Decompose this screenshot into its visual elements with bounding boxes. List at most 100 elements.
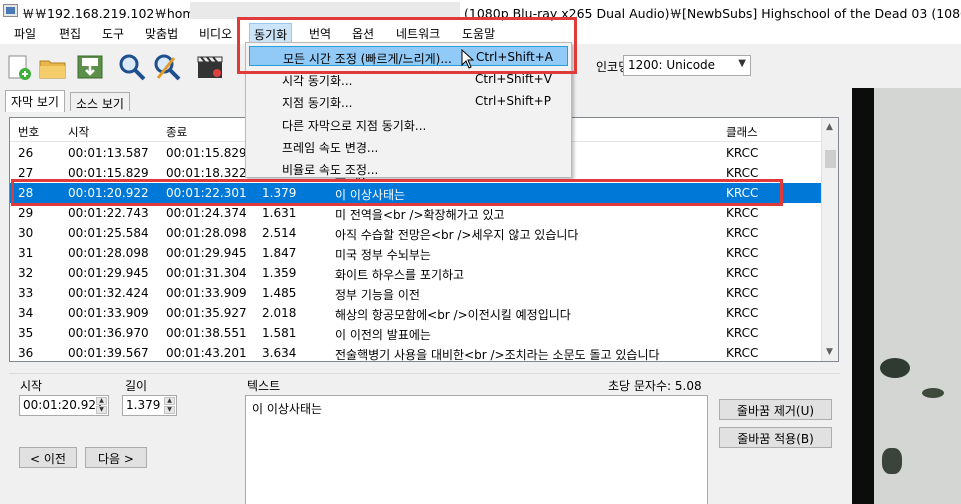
table-row[interactable]: 35 00:01:36.970 00:01:38.551 1.581 이 이전의 발표에… (10, 323, 822, 343)
cell-end: 00:01:38.551 (166, 326, 247, 340)
download-icon[interactable] (75, 52, 105, 82)
duration-input[interactable]: 1.379 ▲ ▼ (122, 395, 177, 416)
cell-end: 00:01:35.927 (166, 306, 247, 320)
encoding-select[interactable]: 1200: Unicode ▼ (623, 55, 751, 76)
cell-start: 00:01:33.909 (68, 306, 149, 320)
start-down-icon[interactable]: ▼ (96, 406, 107, 414)
menu-file[interactable]: 파일 (14, 25, 36, 42)
start-time-value: 00:01:20.922 (23, 398, 104, 412)
menu-item-visual-sync[interactable]: 시각 동기화... Ctrl+Shift+V (249, 69, 568, 89)
tab-source-view[interactable]: 소스 보기 (70, 92, 130, 111)
apply-linebreak-button[interactable]: 줄바꿈 적용(B) (719, 427, 832, 448)
cell-cls: KRCC (726, 346, 759, 360)
duration-up-icon[interactable]: ▲ (164, 397, 175, 405)
duration-down-icon[interactable]: ▼ (164, 406, 175, 414)
cell-end: 00:01:28.098 (166, 226, 247, 240)
cell-no: 30 (18, 226, 34, 240)
cell-start: 00:01:13.587 (68, 146, 149, 160)
encoding-value: 1200: Unicode (628, 58, 716, 72)
cell-dur: 3.634 (262, 346, 297, 360)
menu-bar: 파일 편집 도구 맞춤법 비디오 동기화 번역 옵션 네트워크 도움말 (0, 22, 961, 44)
table-row[interactable]: 29 00:01:22.743 00:01:24.374 1.631 미 전역을<br … (10, 203, 822, 223)
cell-dur: 2.514 (262, 226, 297, 240)
menu-network[interactable]: 네트워크 (396, 25, 440, 42)
menu-item-adjust-all-times[interactable]: 모든 시간 조정 (빠르게/느리게)... Ctrl+Shift+A (249, 46, 568, 66)
menu-synchronization[interactable]: 동기화 (249, 23, 293, 43)
chevron-down-icon: ▼ (738, 58, 746, 69)
table-row[interactable]: 28 00:01:20.922 00:01:22.301 1.379 이 이상사태는 KR… (10, 183, 822, 203)
next-button[interactable]: 다음 > (85, 447, 147, 468)
cell-no: 29 (18, 206, 34, 220)
cell-no: 28 (18, 186, 34, 200)
table-row[interactable]: 32 00:01:29.945 00:01:31.304 1.359 화이트 하우스를 … (10, 263, 822, 283)
cell-no: 27 (18, 166, 34, 180)
video-icon[interactable] (195, 52, 225, 82)
menu-tools[interactable]: 도구 (102, 25, 124, 42)
menu-spellcheck[interactable]: 맞춤법 (145, 25, 178, 42)
cell-cls: KRCC (726, 166, 759, 180)
start-up-icon[interactable]: ▲ (96, 397, 107, 405)
table-row[interactable]: 33 00:01:32.424 00:01:33.909 1.485 정부 기능을 이전… (10, 283, 822, 303)
title-bar: ￦￦192.168.219.102￦home3￦ (1080p Blu-ray … (0, 0, 961, 22)
grid-scrollbar[interactable]: ▲ ▼ (821, 118, 838, 361)
table-row[interactable]: 31 00:01:28.098 00:01:29.945 1.847 미국 정부 수뇌부… (10, 243, 822, 263)
column-end[interactable]: 종료 (166, 124, 187, 140)
column-number[interactable]: 번호 (18, 124, 39, 140)
new-file-icon[interactable] (4, 52, 34, 82)
menu-video[interactable]: 비디오 (199, 25, 232, 42)
menu-item-change-frame-rate[interactable]: 프레임 속도 변경... (249, 136, 568, 156)
cell-dur: 1.581 (262, 326, 297, 340)
column-start[interactable]: 시작 (68, 124, 89, 140)
start-label: 시작 (20, 379, 43, 393)
cell-dur: 1.379 (262, 186, 297, 200)
cell-text: 미 전역을<br />확장해가고 있고 (335, 208, 505, 222)
menu-options[interactable]: 옵션 (352, 25, 374, 42)
menu-edit[interactable]: 편집 (59, 25, 81, 42)
scroll-down-icon[interactable]: ▼ (826, 347, 833, 357)
remove-linebreak-button[interactable]: 줄바꿈 제거(U) (719, 399, 832, 420)
cell-no: 26 (18, 146, 34, 160)
menu-item-point-sync-other[interactable]: 다른 자막으로 지점 동기화... (249, 114, 568, 134)
cell-dur: 1.359 (262, 266, 297, 280)
cell-end: 00:01:15.829 (166, 146, 247, 160)
cell-end: 00:01:22.301 (166, 186, 247, 200)
cell-cls: KRCC (726, 206, 759, 220)
cell-start: 00:01:32.424 (68, 286, 149, 300)
replace-icon[interactable] (152, 52, 182, 82)
tab-subtitle-view[interactable]: 자막 보기 (5, 90, 65, 112)
cell-text: 전술핵병기 사용을 대비한<br />조치라는 소문도 돌고 있습니다 (335, 348, 660, 362)
cell-dur: 1.847 (262, 246, 297, 260)
cell-text: 이 이전의 발표에는 (335, 328, 431, 342)
cell-start: 00:01:36.970 (68, 326, 149, 340)
subtitle-text-value: 이 이상사태는 (252, 402, 323, 416)
cell-cls: KRCC (726, 326, 759, 340)
cell-text: 아직 수습할 전망은<br />세우지 않고 있습니다 (335, 228, 579, 242)
cell-cls: KRCC (726, 306, 759, 320)
video-preview (852, 88, 961, 504)
search-icon[interactable] (117, 52, 147, 82)
cell-text: 이 이상사태는 (335, 188, 406, 202)
table-row[interactable]: 34 00:01:33.909 00:01:35.927 2.018 해상의 항공모함에… (10, 303, 822, 323)
previous-button[interactable]: < 이전 (19, 447, 77, 468)
mouse-cursor-icon (461, 48, 475, 72)
cell-start: 00:01:20.922 (68, 186, 149, 200)
scroll-up-icon[interactable]: ▲ (826, 122, 833, 132)
open-folder-icon[interactable] (38, 52, 68, 82)
scroll-thumb[interactable] (825, 150, 836, 168)
menu-item-point-sync[interactable]: 지점 동기화... Ctrl+Shift+P (249, 91, 568, 111)
cell-text: 정부 기능을 이전 (335, 288, 420, 302)
subtitle-text-input[interactable]: 이 이상사태는 (245, 395, 708, 504)
table-row[interactable]: 30 00:01:25.584 00:01:28.098 2.514 아직 수습할 전망… (10, 223, 822, 243)
column-class[interactable]: 클래스 (726, 124, 758, 140)
menu-item-change-speed[interactable]: 비율로 속도 조정... (249, 158, 568, 178)
start-time-input[interactable]: 00:01:20.922 ▲ ▼ (19, 395, 109, 416)
cell-start: 00:01:25.584 (68, 226, 149, 240)
cell-no: 35 (18, 326, 34, 340)
cell-start: 00:01:15.829 (68, 166, 149, 180)
text-label: 텍스트 (247, 379, 281, 393)
menu-help[interactable]: 도움말 (462, 25, 495, 42)
table-row[interactable]: 36 00:01:39.567 00:01:43.201 3.634 전술핵병기 사용을… (10, 343, 822, 362)
menu-translate[interactable]: 번역 (309, 25, 331, 42)
cell-start: 00:01:22.743 (68, 206, 149, 220)
duration-value: 1.379 (126, 398, 161, 412)
